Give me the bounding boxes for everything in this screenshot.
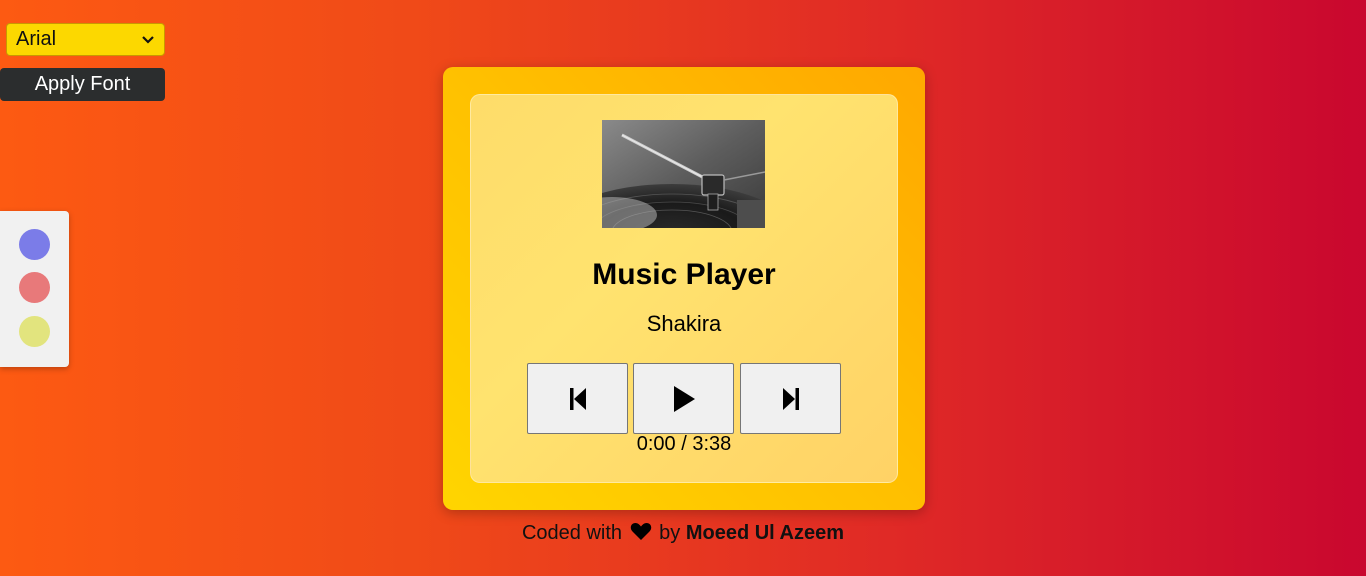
heart-icon <box>630 522 652 547</box>
play-button[interactable] <box>633 363 734 434</box>
theme-panel <box>0 211 69 367</box>
theme-swatch-blue[interactable] <box>19 229 50 260</box>
footer-credit: Coded with by Moeed Ul Azeem <box>0 522 1366 547</box>
footer-author: Moeed Ul Azeem <box>685 522 845 544</box>
duration: 3:38 <box>692 433 732 455</box>
current-time: 0:00 <box>636 433 676 455</box>
player-panel: Music Player Shakira 0:00 / 3:38 <box>470 94 898 483</box>
font-select[interactable]: Arial <box>6 23 165 56</box>
artist-name: Shakira <box>646 311 722 336</box>
theme-swatch-yellow[interactable] <box>19 316 50 347</box>
skip-next-icon <box>782 387 799 410</box>
theme-swatch-red[interactable] <box>19 272 50 303</box>
album-art <box>602 120 765 228</box>
font-select-value: Arial <box>16 28 57 50</box>
time-separator: / <box>675 433 693 455</box>
chevron-down-icon <box>141 33 155 47</box>
footer-by: by <box>659 522 681 544</box>
previous-button[interactable] <box>527 363 628 434</box>
skip-previous-icon <box>569 387 586 410</box>
apply-font-button[interactable]: Apply Font <box>0 68 165 101</box>
footer-prefix: Coded with <box>521 522 623 544</box>
play-icon <box>673 385 695 412</box>
player-card: Music Player Shakira 0:00 / 3:38 <box>443 67 925 510</box>
time-display: 0:00 / 3:38 <box>471 433 897 456</box>
next-button[interactable] <box>740 363 841 434</box>
player-title: Music Player <box>592 258 776 291</box>
